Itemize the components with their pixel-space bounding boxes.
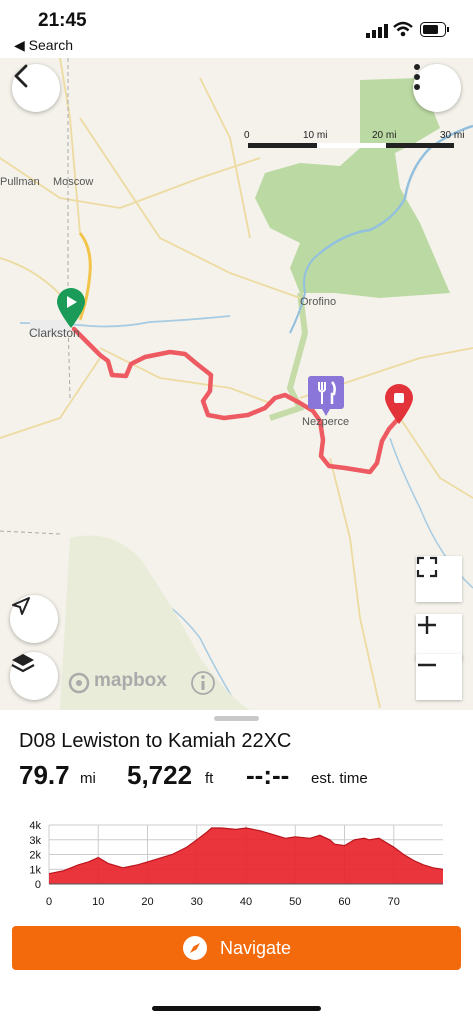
minus-icon	[418, 663, 436, 667]
map-layers-button[interactable]	[10, 652, 58, 700]
status-time: 21:45	[38, 10, 87, 31]
status-bar: 21:45 ◀ Search	[0, 0, 473, 58]
x-tick-label: 0	[46, 896, 52, 908]
scale-label-20: 20 mi	[372, 130, 397, 141]
x-tick-label: 60	[338, 896, 350, 908]
x-tick-label: 40	[240, 896, 252, 908]
battery-icon	[420, 22, 449, 37]
more-options-button[interactable]	[413, 64, 461, 112]
back-button[interactable]	[12, 64, 60, 112]
start-marker-icon[interactable]	[56, 288, 86, 328]
location-arrow-icon	[12, 597, 30, 615]
distance-unit: mi	[80, 770, 96, 787]
back-to-search-link[interactable]: ◀ Search	[14, 37, 73, 54]
route-title: D08 Lewiston to Kamiah 22XC	[19, 730, 292, 752]
x-tick-label: 50	[289, 896, 301, 908]
x-tick-label: 70	[388, 896, 400, 908]
y-tick-label: 0	[35, 879, 41, 891]
fullscreen-icon	[416, 556, 438, 578]
chevron-left-icon	[14, 64, 28, 88]
scale-label-0: 0	[244, 130, 250, 141]
layers-icon	[11, 654, 35, 673]
town-label-clarkston: Clarkston	[29, 326, 80, 340]
town-label-orofino: Orofino	[300, 296, 337, 308]
y-tick-label: 1k	[29, 864, 41, 876]
y-tick-label: 4k	[29, 820, 41, 832]
elevation-area	[49, 828, 443, 884]
navigate-label: Navigate	[219, 937, 292, 958]
compass-icon	[182, 936, 207, 960]
home-indicator	[152, 1006, 321, 1011]
y-tick-label: 2k	[29, 850, 41, 862]
plus-icon	[418, 616, 436, 634]
x-tick-label: 30	[191, 896, 203, 908]
map-view[interactable]: Pullman Moscow Clarkston Orofino Nezperc…	[0, 58, 473, 710]
info-icon[interactable]	[190, 670, 216, 696]
distance-value: 79.7	[19, 760, 70, 790]
town-label-pullman: Pullman	[0, 176, 40, 188]
more-vertical-icon	[414, 64, 420, 90]
navigate-button[interactable]: Navigate	[12, 926, 461, 970]
zoom-out-button[interactable]	[416, 654, 462, 700]
y-tick-label: 3k	[29, 835, 41, 847]
elevation-chart[interactable]: 4k 3k 2k 1k 00 10 20 30 40 50 60 70	[0, 815, 473, 915]
restaurant-poi-icon[interactable]	[308, 376, 344, 416]
town-label-moscow: Moscow	[53, 176, 94, 188]
mapbox-attribution: mapbox	[94, 670, 167, 691]
fullscreen-button[interactable]	[416, 556, 462, 602]
x-tick-label: 20	[141, 896, 153, 908]
time-value: --:--	[246, 760, 290, 790]
locate-me-button[interactable]	[10, 595, 58, 643]
wifi-icon	[393, 21, 413, 37]
mapbox-logo-icon	[68, 672, 90, 694]
scale-label-10: 10 mi	[303, 130, 328, 141]
time-unit: est. time	[311, 770, 368, 787]
scale-label-30: 30 mi	[440, 130, 465, 141]
x-tick-label: 10	[92, 896, 104, 908]
cellular-signal-icon	[366, 24, 388, 38]
sheet-drag-handle[interactable]	[214, 716, 259, 721]
end-marker-icon[interactable]	[384, 384, 414, 424]
climb-value: 5,722	[127, 760, 193, 790]
town-label-nezperce: Nezperce	[302, 416, 350, 428]
climb-unit: ft	[205, 770, 214, 787]
